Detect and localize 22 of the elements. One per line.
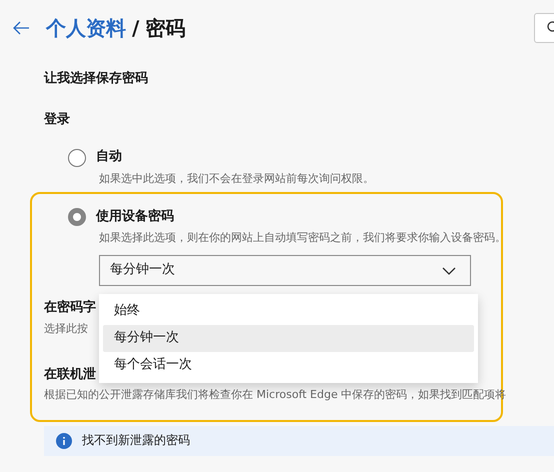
setting-label: 让我选择保存密码	[44, 71, 149, 88]
info-icon	[56, 433, 72, 450]
section-heading: 登录	[44, 112, 71, 129]
option-description: 如果选择此选项，则在你的网站上自动填写密码之前，我们将要求你输入设备密码。	[99, 231, 501, 246]
radio-button[interactable]	[68, 148, 86, 167]
menu-item[interactable]: 每个会话一次	[103, 352, 474, 379]
radio-label: 自动	[96, 149, 122, 166]
radio-button[interactable]	[68, 208, 86, 226]
menu-item[interactable]: 始终	[103, 298, 474, 325]
chevron-down-icon	[442, 266, 456, 275]
info-message: 找不到新泄露的密码	[82, 433, 190, 449]
setting-title: 在密码字	[44, 300, 96, 318]
setting-description: 选择此按	[44, 322, 88, 337]
breadcrumb-link[interactable]: 个人资料	[46, 15, 126, 41]
menu-item[interactable]: 每分钟一次	[103, 324, 474, 352]
setting-title: 在联机泄	[44, 366, 96, 384]
radio-label: 使用设备密码	[96, 208, 174, 226]
frequency-dropdown[interactable]: 每分钟一次	[99, 255, 471, 286]
option-description: 如果选中此选项，我们不会在登录网站前每次询问权限。	[99, 172, 375, 186]
breadcrumb-separator: /	[132, 15, 140, 41]
page-title: 密码	[145, 15, 186, 41]
back-arrow-icon	[12, 21, 30, 35]
